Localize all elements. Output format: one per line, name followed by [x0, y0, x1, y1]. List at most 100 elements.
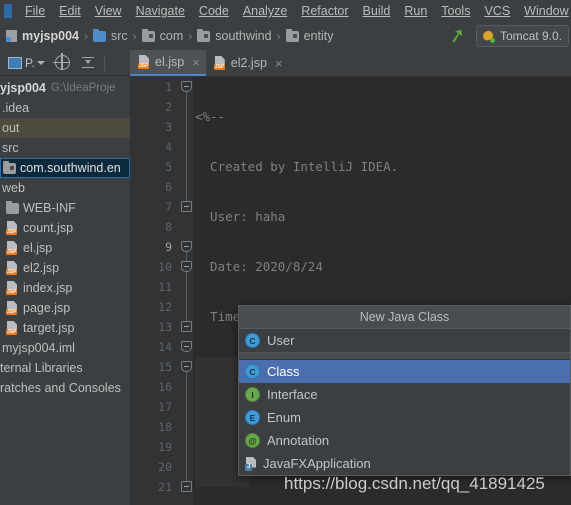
popup-item-interface[interactable]: I Interface: [239, 383, 570, 406]
fold-marker[interactable]: [181, 361, 192, 372]
code-line: <%--: [195, 109, 226, 124]
tree-item-target-jsp[interactable]: target.jsp: [0, 318, 130, 338]
jsp-file-icon: [6, 301, 19, 315]
tree-item-label: yjsp004: [0, 81, 46, 95]
project-tool-window: P. yjsp004 G:\IdeaProje .idea out src co…: [0, 50, 130, 505]
app-logo-icon: [4, 4, 12, 18]
jsp-file-icon: [6, 221, 19, 235]
line-number: 14: [158, 340, 172, 354]
tree-item-scratches-and-consoles[interactable]: ratches and Consoles: [0, 378, 130, 398]
tree-item-label: target.jsp: [23, 321, 75, 335]
tree-item-label: myjsp004.iml: [2, 341, 75, 355]
tree-item-label: count.jsp: [23, 221, 74, 235]
fold-marker[interactable]: [181, 321, 192, 332]
tomcat-icon: [482, 30, 495, 43]
tree-item-el-jsp[interactable]: el.jsp: [0, 238, 130, 258]
menu-item-view[interactable]: View: [88, 2, 129, 20]
tree-item-module[interactable]: yjsp004 G:\IdeaProje: [0, 78, 130, 98]
line-number: 7: [165, 200, 172, 214]
fold-marker[interactable]: [181, 81, 192, 92]
code-folding-strip[interactable]: [180, 77, 193, 505]
line-number: 5: [165, 160, 172, 174]
line-number: 19: [158, 440, 172, 454]
collapse-all-icon[interactable]: [81, 56, 95, 70]
fold-region-line: [186, 87, 187, 205]
breadcrumb-src[interactable]: src: [92, 28, 128, 43]
breadcrumb-entity[interactable]: entity: [285, 28, 333, 43]
breadcrumb-separator: ›: [276, 29, 281, 43]
package-icon: [141, 28, 155, 42]
editor-tab-bar: el.jsp × el2.jsp ×: [130, 50, 571, 77]
tree-item-idea[interactable]: .idea: [0, 98, 130, 118]
fold-marker[interactable]: [181, 241, 192, 252]
new-java-class-popup[interactable]: New Java Class C User C Class I Interfac…: [238, 305, 571, 476]
menu-item-tools[interactable]: Tools: [434, 2, 477, 20]
popup-item-annotation[interactable]: @ Annotation: [239, 429, 570, 452]
tree-item-com-southwind-entity[interactable]: com.southwind.en: [0, 158, 130, 178]
menu-item-file[interactable]: File: [18, 2, 52, 20]
tree-item-label: index.jsp: [23, 281, 73, 295]
jsp-file-icon: [6, 281, 19, 295]
tree-item-label: ratches and Consoles: [0, 381, 121, 395]
jsp-file-icon: [6, 321, 19, 335]
menu-bar: File Edit View Navigate Code Analyze Ref…: [0, 0, 571, 22]
menu-item-build[interactable]: Build: [356, 2, 398, 20]
tree-item-index-jsp[interactable]: index.jsp: [0, 278, 130, 298]
select-opened-file-icon[interactable]: [52, 53, 70, 70]
fold-marker[interactable]: [181, 201, 192, 212]
module-icon: [6, 30, 17, 42]
tab-el-jsp[interactable]: el.jsp ×: [130, 50, 206, 76]
popup-item-label: Annotation: [267, 433, 330, 448]
line-number: 13: [158, 320, 172, 334]
breadcrumb-com[interactable]: com: [141, 28, 183, 43]
code-line: User: haha: [195, 209, 286, 224]
tree-item-external-libraries[interactable]: ternal Libraries: [0, 358, 130, 378]
tree-item-web[interactable]: web: [0, 178, 130, 198]
line-number: 20: [158, 460, 172, 474]
fold-marker[interactable]: [181, 261, 192, 272]
popup-title: New Java Class: [239, 306, 570, 329]
tree-item-label: web: [2, 181, 25, 195]
menu-item-edit[interactable]: Edit: [52, 2, 88, 20]
breadcrumb-module[interactable]: myjsp004: [6, 29, 79, 43]
menu-item-window[interactable]: Window: [517, 2, 571, 20]
green-arrow-icon: ➚: [447, 23, 469, 49]
tree-item-page-jsp[interactable]: page.jsp: [0, 298, 130, 318]
popup-item-enum[interactable]: E Enum: [239, 406, 570, 429]
project-view-label: P.: [25, 55, 35, 70]
tree-item-web-inf[interactable]: WEB-INF: [0, 198, 130, 218]
popup-item-label: Class: [267, 364, 300, 379]
enum-icon: E: [245, 410, 260, 425]
fold-marker[interactable]: [181, 481, 192, 492]
breadcrumb-label: southwind: [215, 29, 272, 43]
fold-region-line: [186, 247, 187, 329]
tree-item-src[interactable]: src: [0, 138, 130, 158]
menu-item-vcs[interactable]: VCS: [477, 2, 517, 20]
breadcrumb-southwind[interactable]: southwind: [197, 28, 272, 43]
project-tree[interactable]: yjsp004 G:\IdeaProje .idea out src com.s…: [0, 76, 130, 398]
run-configuration-selector[interactable]: Tomcat 9.0.: [475, 25, 569, 47]
menu-item-run[interactable]: Run: [397, 2, 434, 20]
tree-item-el2-jsp[interactable]: el2.jsp: [0, 258, 130, 278]
menu-item-refactor[interactable]: Refactor: [294, 2, 355, 20]
tree-item-out[interactable]: out: [0, 118, 130, 138]
package-icon: [285, 28, 299, 42]
popup-item-javafxapplication[interactable]: JavaFXApplication: [239, 452, 570, 475]
tree-item-count-jsp[interactable]: count.jsp: [0, 218, 130, 238]
navbar-right-group: ➚ Tomcat 9.0.: [447, 22, 571, 50]
menu-item-code[interactable]: Code: [192, 2, 236, 20]
tree-item-label: .idea: [2, 101, 30, 115]
fold-marker[interactable]: [181, 341, 192, 352]
menu-item-analyze[interactable]: Analyze: [236, 2, 294, 20]
jsp-file-icon: [138, 55, 151, 69]
popup-item-class[interactable]: C Class: [239, 360, 570, 383]
menu-item-navigate[interactable]: Navigate: [129, 2, 192, 20]
tree-item-iml[interactable]: myjsp004.iml: [0, 338, 130, 358]
annotation-icon: @: [245, 433, 260, 448]
tab-el2-jsp[interactable]: el2.jsp ×: [206, 50, 289, 76]
popup-item-user[interactable]: C User: [239, 329, 570, 352]
project-view-selector[interactable]: P.: [8, 56, 45, 70]
close-icon[interactable]: ×: [192, 55, 200, 70]
close-icon[interactable]: ×: [275, 56, 283, 71]
line-number: 6: [165, 180, 172, 194]
